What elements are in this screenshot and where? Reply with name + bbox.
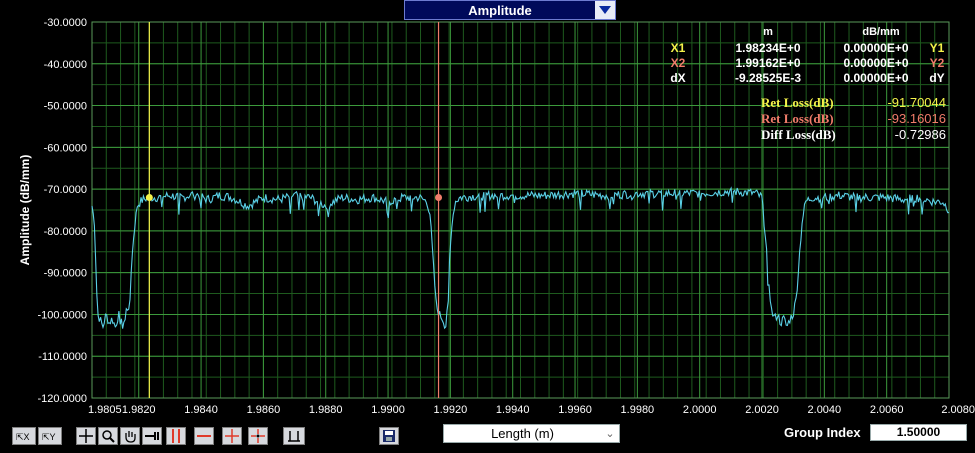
cursor-row-db-value: 0.00000E+0 [843, 56, 908, 70]
cursor-row-m-value: 1.99162E+0 [735, 56, 800, 70]
clear-cursor-icon[interactable] [283, 427, 305, 445]
x-tick-label: 1.9980 [621, 404, 655, 416]
loss-readout-value: -0.72986 [895, 127, 946, 142]
horizontal-cursor-icon[interactable] [194, 427, 214, 445]
x-axis-unit-value: Length (m) [491, 426, 554, 441]
zoom-icon[interactable] [98, 427, 118, 445]
group-index-input[interactable]: 1.50000 [870, 424, 967, 441]
cursor-row-m-value: -9.28525E-3 [735, 71, 801, 85]
svg-text:⇱X: ⇱X [16, 432, 30, 442]
zoom-x-icon[interactable]: ⇱X [12, 427, 36, 445]
y-tick-label: -60.0000 [44, 142, 87, 154]
crosshair-icon[interactable] [76, 427, 96, 445]
x-tick-label: 2.0040 [808, 404, 842, 416]
x-axis-unit-select[interactable]: Length (m) ⌄ [443, 424, 620, 443]
loss-readout-value: -93.16016 [887, 111, 946, 126]
x-tick-label: 1.9940 [496, 404, 530, 416]
loss-readout-label: Ret Loss(dB) [761, 95, 834, 110]
y-tick-label: -90.0000 [44, 268, 87, 280]
cursor-col-db-header: dB/mm [862, 26, 900, 38]
cursor-row-y-label: Y2 [930, 56, 945, 70]
y-tick-label: -100.0000 [37, 309, 87, 321]
cursor-marker-x1 [145, 193, 153, 201]
vertical-cursor-icon[interactable] [166, 427, 186, 445]
y-tick-label: -80.0000 [44, 226, 87, 238]
chevron-down-icon: ⌄ [605, 428, 615, 440]
cross-cursor-icon[interactable] [222, 427, 242, 445]
cursor-row-y-label: Y1 [930, 41, 945, 55]
y-tick-label: -30.0000 [44, 17, 87, 29]
x-tick-label: 1.9920 [434, 404, 468, 416]
y-tick-label: -110.0000 [38, 351, 87, 363]
save-icon[interactable] [379, 427, 399, 445]
y-tick-label: -50.0000 [44, 101, 87, 113]
x-tick-label: 1.9820 [122, 404, 156, 416]
cursor-row-label: X2 [671, 56, 686, 70]
cursor-marker-x2 [435, 193, 443, 201]
x-tick-label: 1.9805 [88, 404, 122, 416]
cursor-row-db-value: 0.00000E+0 [843, 41, 908, 55]
display-mode-select[interactable]: Amplitude [404, 0, 616, 20]
cursor-row-label: dX [670, 71, 685, 85]
cursor-row-y-label: dY [929, 71, 944, 85]
cursor-row-label: X1 [671, 41, 686, 55]
amplitude-chart[interactable]: -30.0000 -40.0000 -50.0000 -60.0000 -70.0000… [0, 0, 975, 453]
pan-hand-icon[interactable] [120, 427, 140, 445]
svg-text:⇱Y: ⇱Y [42, 432, 56, 442]
cursor-row-db-value: 0.00000E+0 [843, 71, 908, 85]
x-tick-label: 1.9900 [371, 404, 405, 416]
loss-readout-label: Diff Loss(dB) [761, 127, 836, 142]
cursor-icon[interactable] [142, 427, 162, 445]
x-tick-label: 1.9860 [247, 404, 281, 416]
cursor-row-m-value: 1.98234E+0 [735, 41, 800, 55]
y-tick-label: -120.0000 [37, 393, 87, 405]
x-tick-label: 1.9880 [309, 404, 343, 416]
cursor-col-m-header: m [763, 26, 773, 38]
zoom-y-icon[interactable]: ⇱Y [38, 427, 62, 445]
x-tick-label: 1.9840 [184, 404, 218, 416]
y-axis-title: Amplitude (dB/mm) [18, 155, 32, 266]
chevron-down-icon[interactable] [595, 1, 615, 19]
x-tick-label: 2.0020 [745, 404, 779, 416]
center-cursor-icon[interactable] [248, 427, 268, 445]
loss-readout-value: -91.70044 [887, 95, 946, 110]
display-mode-value: Amplitude [468, 2, 532, 18]
x-tick-label: 2.0060 [870, 404, 904, 416]
group-index-label: Group Index [784, 425, 861, 440]
y-tick-label: -40.0000 [44, 59, 87, 71]
x-tick-label: 1.9960 [558, 404, 592, 416]
y-tick-label: -70.0000 [44, 184, 87, 196]
x-tick-label: 2.0000 [683, 404, 717, 416]
loss-readout-label: Ret Loss(dB) [761, 111, 834, 126]
x-tick-label: 2.0080 [941, 404, 975, 416]
